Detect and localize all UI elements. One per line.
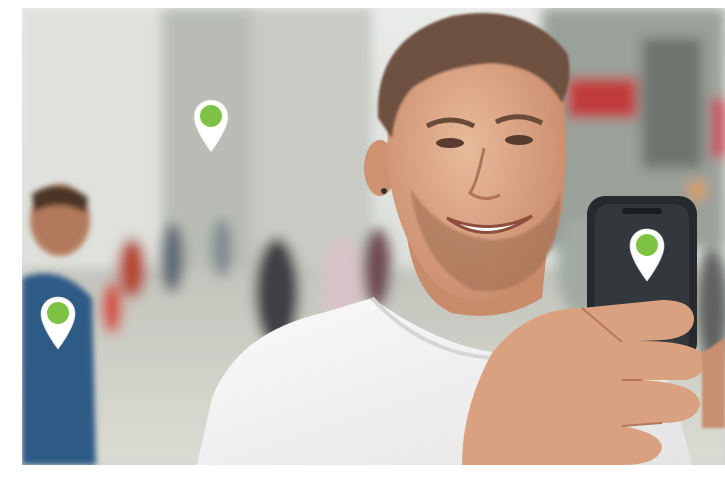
map-pin-icon[interactable] — [193, 99, 229, 153]
map-pin-shape — [193, 99, 229, 153]
image-frame — [0, 0, 725, 492]
map-pin-icon[interactable] — [629, 228, 665, 282]
map-pin-icon[interactable] — [40, 296, 76, 350]
street-photo — [22, 8, 725, 465]
map-pin-shape — [40, 296, 76, 350]
street-photo-illustration — [22, 8, 725, 465]
map-pin-shape — [629, 228, 665, 282]
